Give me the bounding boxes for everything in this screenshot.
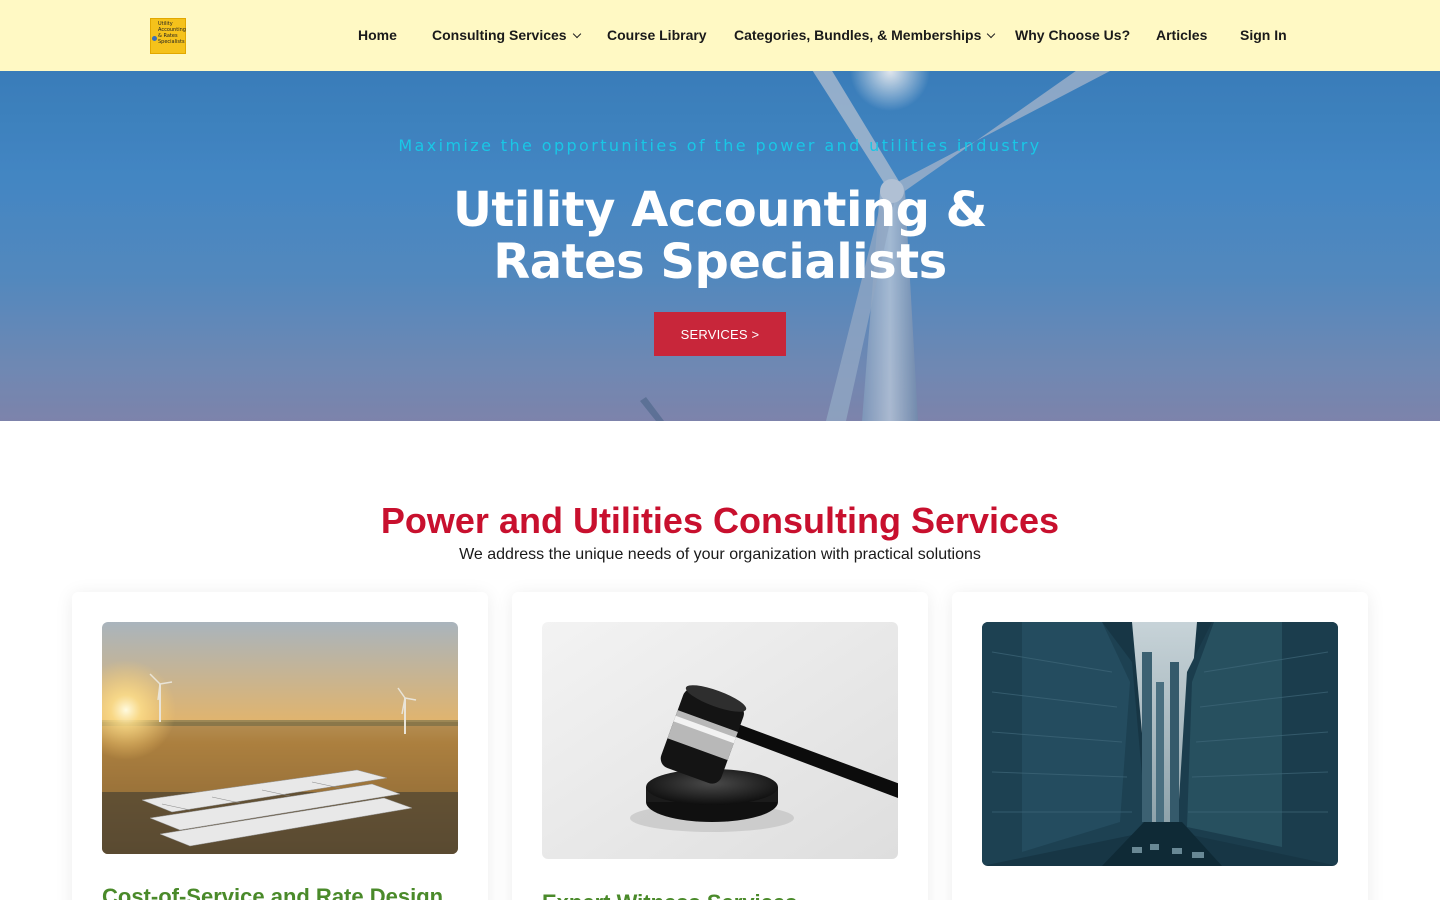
nav-articles[interactable]: Articles (1156, 27, 1207, 43)
nav-sign-in[interactable]: Sign In (1240, 27, 1287, 43)
logo-text: Utility Accounting & Rates Specialists (158, 21, 186, 45)
service-card[interactable]: Expert Witness Services (512, 592, 928, 900)
service-card-title[interactable]: Expert Witness Services (542, 890, 797, 900)
service-card[interactable] (952, 592, 1368, 900)
nav-label: Why Choose Us? (1015, 27, 1131, 43)
nav-label: Consulting Services (432, 27, 567, 43)
site-logo[interactable]: Utility Accounting & Rates Specialists (150, 18, 186, 54)
nav-categories-bundles-memberships[interactable]: Categories, Bundles, & Memberships (734, 27, 996, 43)
chevron-down-icon (987, 29, 996, 39)
nav-label: Articles (1156, 27, 1208, 43)
nav-label: Home (358, 27, 397, 43)
site-header: Utility Accounting & Rates Specialists H… (0, 0, 1440, 71)
services-button[interactable]: SERVICES > (654, 312, 786, 356)
wind-farm-battery-image[interactable] (102, 622, 458, 854)
nav-home[interactable]: Home (358, 27, 397, 43)
nav-label: Course Library (607, 27, 707, 43)
nav-label: Categories, Bundles, & Memberships (734, 27, 982, 43)
nav-label: Sign In (1240, 27, 1287, 43)
service-card[interactable]: Cost-of-Service and Rate Design (72, 592, 488, 900)
chevron-down-icon (572, 29, 581, 39)
nav-why-choose-us[interactable]: Why Choose Us? (1015, 27, 1130, 43)
nav-consulting-services[interactable]: Consulting Services (432, 27, 581, 43)
hero-title: Utility Accounting & Rates Specialists (452, 182, 988, 290)
services-subtitle: We address the unique needs of your orga… (459, 546, 981, 563)
hero-eyebrow: Maximize the opportunities of the power … (398, 136, 1042, 155)
logo-line: Specialists (158, 39, 185, 45)
nav-course-library[interactable]: Course Library (607, 27, 707, 43)
services-title: Power and Utilities Consulting Services (380, 500, 1060, 541)
hero-banner: Maximize the opportunities of the power … (0, 71, 1440, 421)
gavel-image[interactable] (542, 622, 898, 859)
service-card-title[interactable]: Cost-of-Service and Rate Design (102, 884, 443, 900)
city-skyscrapers-image[interactable] (982, 622, 1338, 866)
logo-icon (152, 36, 157, 41)
